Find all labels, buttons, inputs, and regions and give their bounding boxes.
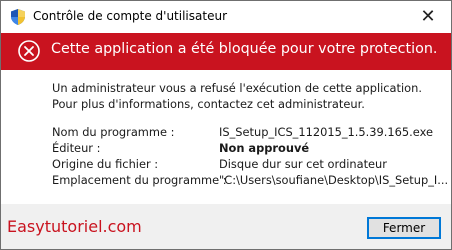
detail-label: Éditeur : <box>52 141 101 155</box>
window-title: Contrôle de compte d'utilisateur <box>33 9 227 23</box>
detail-label: Origine du fichier : <box>52 157 159 171</box>
admin-message: Un administrateur vous a refusé l'exécut… <box>52 81 422 111</box>
uac-dialog: Contrôle de compte d'utilisateur ✕ Cette… <box>0 0 452 250</box>
shield-icon <box>11 9 25 25</box>
close-icon: ✕ <box>420 5 436 27</box>
detail-label: Emplacement du programme : <box>52 173 227 187</box>
fermer-button[interactable]: Fermer <box>367 217 441 239</box>
detail-value: Disque dur sur cet ordinateur <box>219 157 387 171</box>
detail-value: IS_Setup_ICS_112015_1.5.39.165.exe <box>219 125 433 139</box>
detail-value: "C:\Users\soufiane\Desktop\IS_Setup_I... <box>219 173 449 187</box>
detail-label: Nom du programme : <box>52 125 175 139</box>
banner-message: Cette application a été bloquée pour vot… <box>51 41 438 57</box>
error-x-icon <box>18 40 40 62</box>
blocked-banner: Cette application a été bloquée pour vot… <box>1 33 451 70</box>
close-window-button[interactable]: ✕ <box>405 1 451 32</box>
title-bar: Contrôle de compte d'utilisateur ✕ <box>1 1 451 32</box>
detail-value: Non approuvé <box>219 141 310 155</box>
watermark-text: Easytutoriel.com <box>7 217 142 236</box>
